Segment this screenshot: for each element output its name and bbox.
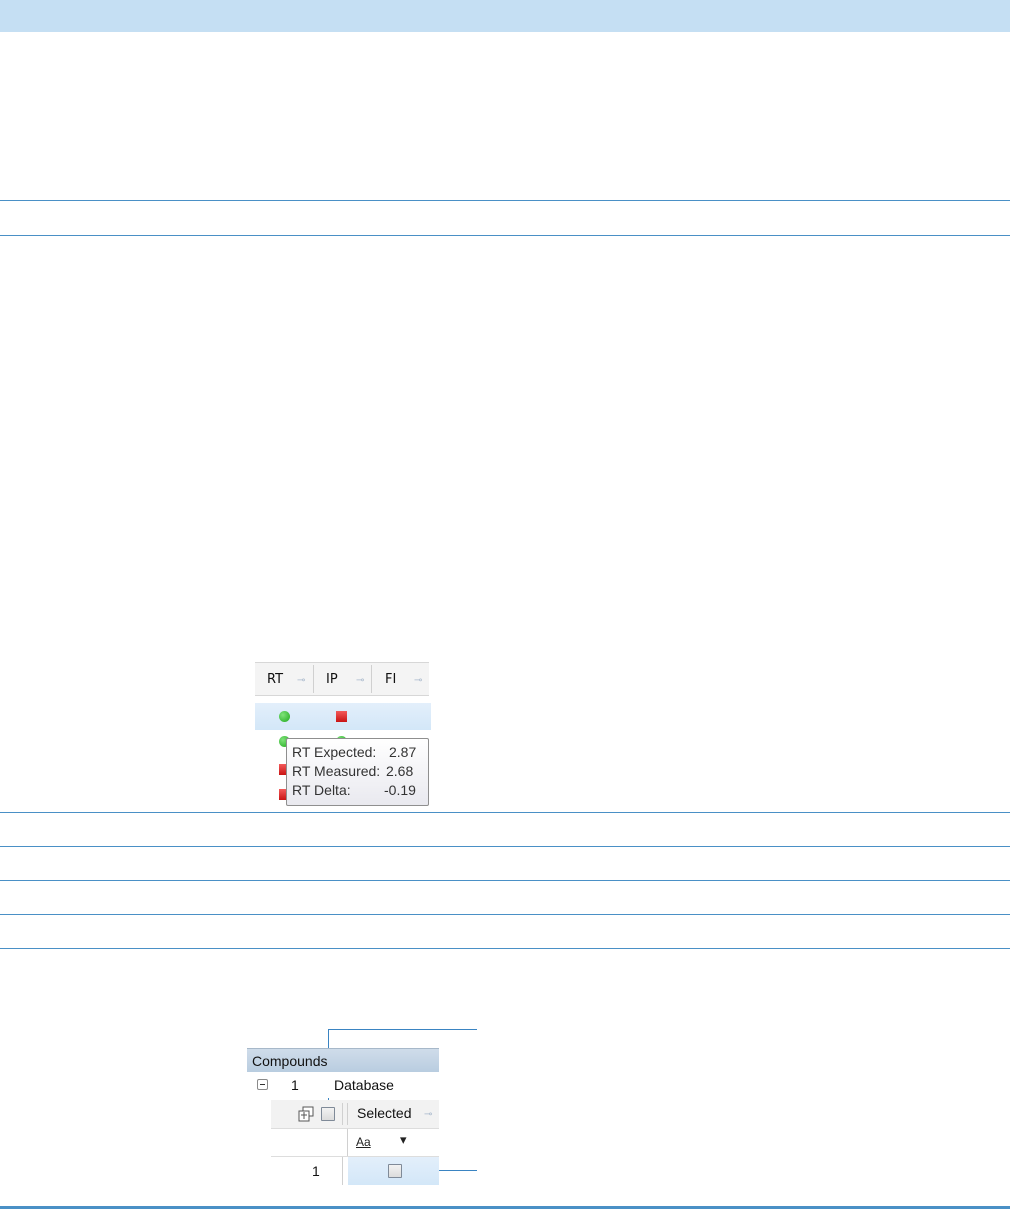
column-divider[interactable] [347,1103,348,1125]
row-number: 1 [312,1163,320,1179]
database-group-row[interactable]: 1 Database [247,1072,439,1098]
rt-pass-indicator-icon [279,711,290,722]
pin-icon[interactable]: ⊸ [424,1109,432,1120]
column-header-fi[interactable]: FI ⊸ [372,663,429,695]
compounds-panel-title: Compounds [247,1048,439,1072]
callout-line [328,1029,477,1030]
section-rule [0,235,1010,236]
footer-rule [0,1206,1010,1209]
column-chooser-icon[interactable] [298,1106,314,1122]
selected-column-header[interactable]: Selected [357,1105,411,1121]
column-label: FI [385,672,397,687]
group-row-label: Database [334,1077,394,1093]
column-header-row: RT ⊸ IP ⊸ FI ⊸ [255,662,429,696]
tooltip-value: 2.87 [389,744,417,760]
tooltip-key: RT Expected: [292,744,377,760]
row-selected-checkbox[interactable] [388,1164,402,1178]
collapse-icon[interactable] [257,1079,268,1090]
panel-title: Compounds [252,1053,328,1069]
tooltip-key: RT Delta: [292,782,351,798]
filter-operator-icon[interactable]: Aa [356,1135,371,1149]
filter-row: Aa ▾ [271,1129,439,1157]
group-row-number: 1 [291,1077,299,1093]
header-band [0,0,1010,32]
compounds-panel-figure: Compounds 1 Database Selected ⊸ Aa ▾ 1 [247,1048,441,1188]
section-rule [0,948,1010,949]
section-rule [0,914,1010,915]
tooltip-key: RT Measured: [292,763,381,779]
filter-dropdown-icon[interactable]: ▾ [400,1133,407,1148]
tooltip-value: -0.19 [384,782,416,798]
pin-icon[interactable]: ⊸ [356,675,364,686]
column-header-rt[interactable]: RT ⊸ [255,663,313,695]
select-all-checkbox[interactable] [321,1107,335,1121]
section-rule [0,846,1010,847]
column-label: IP [326,672,338,687]
section-rule [0,812,1010,813]
column-divider [342,1157,343,1185]
column-divider [347,1129,348,1156]
section-rule [0,200,1010,201]
tooltip-value: 2.68 [386,763,414,779]
pin-icon[interactable]: ⊸ [297,675,305,686]
rt-ip-fi-figure: RT ⊸ IP ⊸ FI ⊸ RT Expected: 2.87 RT Meas… [255,662,431,806]
ip-fail-indicator-icon [336,711,347,722]
pin-icon[interactable]: ⊸ [414,675,422,686]
selected-cell[interactable] [348,1157,439,1185]
column-label: RT [267,672,284,687]
subtable-header: Selected ⊸ [271,1100,439,1129]
rt-tooltip: RT Expected: 2.87 RT Measured: 2.68 RT D… [286,738,429,806]
column-divider[interactable] [342,1103,343,1125]
section-rule [0,880,1010,881]
table-row[interactable]: 1 [271,1157,439,1185]
column-header-ip[interactable]: IP ⊸ [314,663,371,695]
